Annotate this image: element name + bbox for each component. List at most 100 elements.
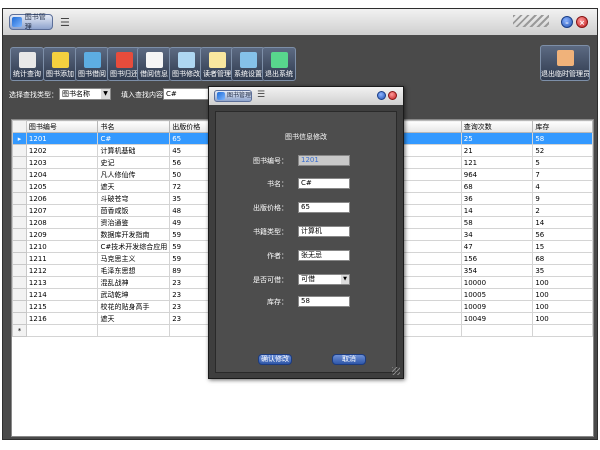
table-cell[interactable]: 68 xyxy=(460,180,534,193)
row-selector[interactable] xyxy=(12,192,27,205)
table-cell[interactable]: 354 xyxy=(460,264,534,277)
row-selector[interactable] xyxy=(12,240,27,253)
table-cell[interactable]: 56 xyxy=(532,228,593,241)
table-cell[interactable]: 35 xyxy=(532,264,593,277)
dialog-minimize-button[interactable] xyxy=(377,91,386,100)
search-type-select[interactable]: 图书名称 ▼ xyxy=(59,88,111,100)
row-selector[interactable]: ▸ xyxy=(12,132,27,145)
table-cell[interactable]: 14 xyxy=(460,204,534,217)
row-selector[interactable] xyxy=(12,168,27,181)
author-field[interactable]: 张无忌 xyxy=(298,250,350,261)
search-keyword-input[interactable]: C# xyxy=(163,88,213,100)
borrow-info-button[interactable]: 借阅信息 xyxy=(137,47,171,81)
column-header[interactable]: 库存 xyxy=(532,120,593,133)
table-cell[interactable] xyxy=(532,324,593,337)
title-field[interactable]: C# xyxy=(298,178,350,189)
minimize-button[interactable]: – xyxy=(561,16,573,28)
table-cell[interactable]: 1212 xyxy=(25,264,99,277)
table-cell[interactable]: 45 xyxy=(169,144,214,157)
table-cell[interactable]: 100 xyxy=(532,276,593,289)
row-selector[interactable] xyxy=(12,252,27,265)
dialog-menu-icon[interactable]: ☰ xyxy=(257,90,265,100)
table-cell[interactable]: 1213 xyxy=(25,276,99,289)
table-cell[interactable]: 68 xyxy=(532,252,593,265)
reader-manage-button[interactable]: 读者管理 xyxy=(200,47,234,81)
table-cell[interactable]: 23 xyxy=(169,312,214,325)
table-cell[interactable]: 凡人修仙传 xyxy=(97,168,171,181)
row-selector[interactable] xyxy=(12,180,27,193)
table-cell[interactable]: 59 xyxy=(169,240,214,253)
table-cell[interactable]: 100 xyxy=(532,288,593,301)
confirm-edit-button[interactable]: 确认修改 xyxy=(258,354,292,365)
table-cell[interactable]: 斗破苍穹 xyxy=(97,192,171,205)
table-cell[interactable]: 1205 xyxy=(25,180,99,193)
table-cell[interactable]: 计算机基础 xyxy=(97,144,171,157)
row-selector[interactable] xyxy=(12,156,27,169)
table-cell[interactable]: 2 xyxy=(532,204,593,217)
add-book-button[interactable]: 图书添加 xyxy=(43,47,77,81)
cancel-button[interactable]: 取消 xyxy=(332,354,366,365)
row-selector[interactable] xyxy=(12,228,27,241)
borrowable-select[interactable]: 可借 ▼ xyxy=(298,274,350,285)
table-cell[interactable]: 5 xyxy=(532,156,593,169)
table-cell[interactable]: 56 xyxy=(169,156,214,169)
table-cell[interactable]: 茴香咸饭 xyxy=(97,204,171,217)
table-cell[interactable]: 1211 xyxy=(25,252,99,265)
table-cell[interactable]: 23 xyxy=(169,276,214,289)
column-header[interactable]: 出版价格 xyxy=(169,120,214,133)
table-cell[interactable]: 1201 xyxy=(25,132,99,145)
table-cell[interactable]: 89 xyxy=(169,264,214,277)
table-cell[interactable]: 9 xyxy=(532,192,593,205)
table-cell[interactable]: 10009 xyxy=(460,300,534,313)
category-field[interactable]: 计算机 xyxy=(298,226,350,237)
table-cell[interactable]: 52 xyxy=(532,144,593,157)
settings-button[interactable]: 系统设置 xyxy=(231,47,265,81)
column-header[interactable]: 图书编号 xyxy=(25,120,99,133)
table-cell[interactable]: 1206 xyxy=(25,192,99,205)
row-selector[interactable] xyxy=(12,144,27,157)
table-cell[interactable]: 48 xyxy=(169,204,214,217)
table-cell[interactable]: 25 xyxy=(460,132,534,145)
table-cell[interactable]: 10005 xyxy=(460,288,534,301)
table-cell[interactable]: 1204 xyxy=(25,168,99,181)
column-header[interactable]: 查询次数 xyxy=(460,120,534,133)
table-cell[interactable] xyxy=(97,324,171,337)
table-cell[interactable]: 100 xyxy=(532,312,593,325)
table-cell[interactable]: 7 xyxy=(532,168,593,181)
table-cell[interactable]: 遮天 xyxy=(97,312,171,325)
table-cell[interactable] xyxy=(169,324,214,337)
table-cell[interactable]: 1202 xyxy=(25,144,99,157)
row-selector[interactable] xyxy=(12,204,27,217)
table-cell[interactable]: 4 xyxy=(532,180,593,193)
table-cell[interactable]: 1216 xyxy=(25,312,99,325)
table-cell[interactable]: 1209 xyxy=(25,228,99,241)
row-selector[interactable] xyxy=(12,300,27,313)
table-cell[interactable]: 121 xyxy=(460,156,534,169)
table-cell[interactable]: 1215 xyxy=(25,300,99,313)
table-cell[interactable]: 史记 xyxy=(97,156,171,169)
table-cell[interactable]: 毛泽东思想 xyxy=(97,264,171,277)
dialog-close-button[interactable] xyxy=(388,91,397,100)
book-id-field[interactable]: 1201 xyxy=(298,155,350,166)
resize-grip-icon[interactable] xyxy=(392,367,400,375)
table-cell[interactable]: 58 xyxy=(532,132,593,145)
table-cell[interactable]: 65 xyxy=(169,132,214,145)
table-cell[interactable]: 10049 xyxy=(460,312,534,325)
table-cell[interactable]: 1214 xyxy=(25,288,99,301)
table-cell[interactable]: 马克思主义 xyxy=(97,252,171,265)
table-cell[interactable]: 34 xyxy=(460,228,534,241)
table-cell[interactable]: 10000 xyxy=(460,276,534,289)
table-cell[interactable]: 156 xyxy=(460,252,534,265)
table-cell[interactable]: C# xyxy=(97,132,171,145)
row-selector[interactable] xyxy=(12,288,27,301)
price-field[interactable]: 65 xyxy=(298,202,350,213)
table-cell[interactable]: 15 xyxy=(532,240,593,253)
table-cell[interactable]: 72 xyxy=(169,180,214,193)
row-selector[interactable] xyxy=(12,276,27,289)
table-cell[interactable]: 35 xyxy=(169,192,214,205)
exit-system-button[interactable]: 退出系统 xyxy=(262,47,296,81)
table-cell[interactable]: 1207 xyxy=(25,204,99,217)
table-cell[interactable]: 50 xyxy=(169,168,214,181)
column-header[interactable]: 书名 xyxy=(97,120,171,133)
stats-query-button[interactable]: 统计查询 xyxy=(10,47,44,81)
